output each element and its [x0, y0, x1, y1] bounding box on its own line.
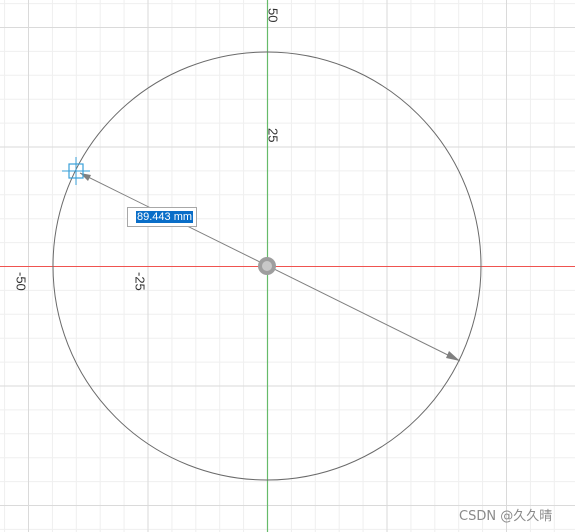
dimension-value-selected-text: 89.443 mm	[136, 211, 194, 223]
dimension-value-input[interactable]: 89.443 mm	[127, 207, 197, 227]
axis-label-x-neg-50: -50	[14, 272, 29, 291]
sketch-canvas[interactable]: 50 25 -25 -50 CSDN @久久晴	[0, 0, 575, 532]
watermark: CSDN @久久晴	[459, 509, 552, 524]
axis-label-x-neg-25: -25	[133, 272, 148, 291]
origin-point-icon[interactable]	[258, 257, 276, 275]
axis-label-y-50: 50	[266, 8, 281, 22]
sketch-cursor-icon	[62, 157, 90, 185]
arrowhead-icon	[446, 351, 460, 361]
axis-label-y-25: 25	[266, 128, 281, 142]
arrowhead-start-icon	[80, 173, 91, 181]
